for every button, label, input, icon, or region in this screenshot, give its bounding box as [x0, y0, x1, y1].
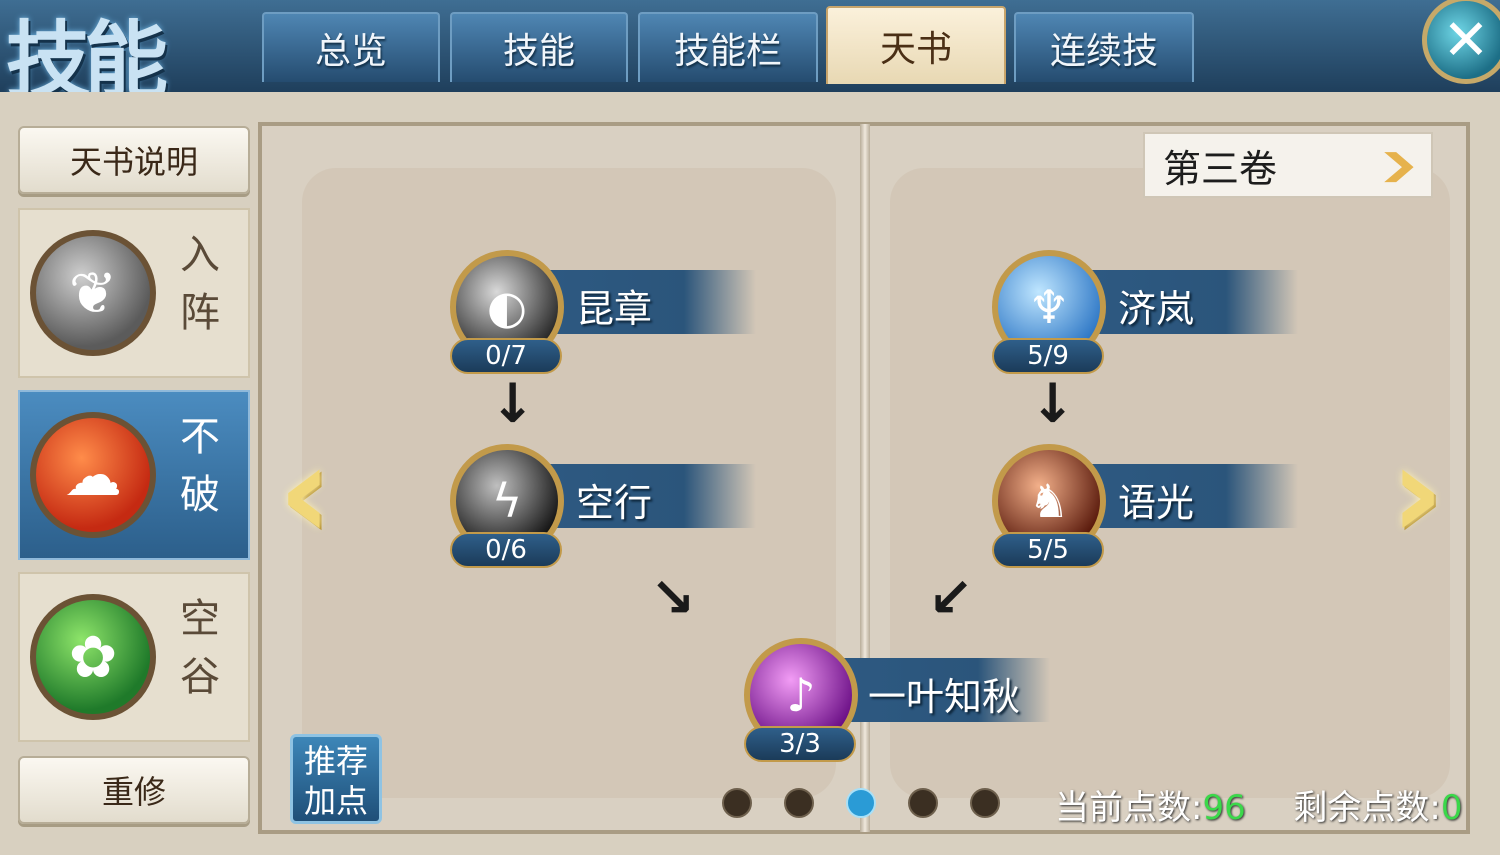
skill-node[interactable]: ♪ 一叶知秋 3/3	[730, 638, 1050, 762]
skill-node[interactable]: ϟ 空行 0/6	[436, 444, 756, 568]
skill-name: 一叶知秋	[868, 675, 1021, 719]
school-item-ruzhen[interactable]: ❦ 入 阵	[18, 208, 250, 378]
lotus-icon: ✿	[30, 594, 156, 720]
recommend-label-line: 推荐	[303, 742, 368, 780]
tab-tianshu[interactable]: 天书	[826, 6, 1006, 84]
skill-node[interactable]: ♞ 语光 5/5	[978, 444, 1298, 568]
skill-node[interactable]: ◐ 昆章 0/7	[436, 250, 756, 374]
current-points-value: 96	[1202, 788, 1246, 828]
prev-page-arrow-icon[interactable]: ‹	[270, 427, 340, 557]
skill-name: 语光	[1118, 481, 1195, 525]
chevron-down-icon: ❯	[1375, 147, 1422, 183]
points-summary: 当前点数:96 剩余点数:0	[1055, 780, 1462, 829]
current-points-label: 当前点数:	[1055, 788, 1203, 828]
volume-dropdown[interactable]: 第三卷 ❯	[1143, 132, 1433, 198]
skill-points: 5/9	[992, 338, 1104, 374]
tab-overview[interactable]: 总览	[262, 12, 440, 82]
volume-selected: 第三卷	[1163, 146, 1278, 191]
page-dot[interactable]	[722, 788, 752, 818]
skill-node[interactable]: ♆ 济岚 5/9	[978, 250, 1298, 374]
skill-name: 昆章	[576, 287, 653, 331]
skill-points: 3/3	[744, 726, 856, 762]
reset-button[interactable]: 重修	[18, 756, 250, 824]
page-dot[interactable]	[908, 788, 938, 818]
recommend-label-line: 加点	[303, 782, 368, 820]
skill-points: 5/5	[992, 532, 1104, 568]
arrow-down-icon: ↓	[490, 372, 536, 435]
skill-points: 0/7	[450, 338, 562, 374]
arrow-diagonal-icon: ↘	[650, 566, 696, 629]
remaining-points-value: 0	[1440, 788, 1463, 828]
tab-skill-bar[interactable]: 技能栏	[638, 12, 818, 82]
next-page-arrow-icon[interactable]: ›	[1382, 427, 1452, 557]
skill-points: 0/6	[450, 532, 562, 568]
skill-name: 空行	[576, 481, 653, 525]
school-label-char: 谷	[180, 654, 220, 700]
school-label-char: 空	[180, 596, 220, 642]
tab-skills[interactable]: 技能	[450, 12, 628, 82]
tab-combo[interactable]: 连续技	[1014, 12, 1194, 82]
remaining-points-label: 剩余点数:	[1293, 788, 1441, 828]
tianshu-info-button[interactable]: 天书说明	[18, 126, 250, 194]
recommend-points-button[interactable]: 推荐 加点	[290, 734, 382, 824]
skill-name: 济岚	[1118, 287, 1195, 331]
close-x-icon: ✕	[1442, 7, 1490, 73]
feather-icon: ❦	[30, 230, 156, 356]
school-label: 空 谷	[178, 590, 222, 706]
school-label-char: 破	[180, 472, 220, 518]
cloud-icon: ☁	[30, 412, 156, 538]
arrow-down-icon: ↓	[1030, 372, 1076, 435]
school-label-char: 不	[180, 414, 220, 460]
arrow-diagonal-icon: ↙	[928, 566, 974, 629]
school-label-char: 入	[180, 232, 220, 278]
page-dot[interactable]	[970, 788, 1000, 818]
school-label: 不 破	[178, 408, 222, 524]
page-dot-active[interactable]	[846, 788, 876, 818]
page-dot[interactable]	[784, 788, 814, 818]
school-item-konggu[interactable]: ✿ 空 谷	[18, 572, 250, 742]
school-item-bupo[interactable]: ☁ 不 破	[18, 390, 250, 560]
school-label-char: 阵	[180, 290, 220, 336]
school-label: 入 阵	[178, 226, 222, 342]
